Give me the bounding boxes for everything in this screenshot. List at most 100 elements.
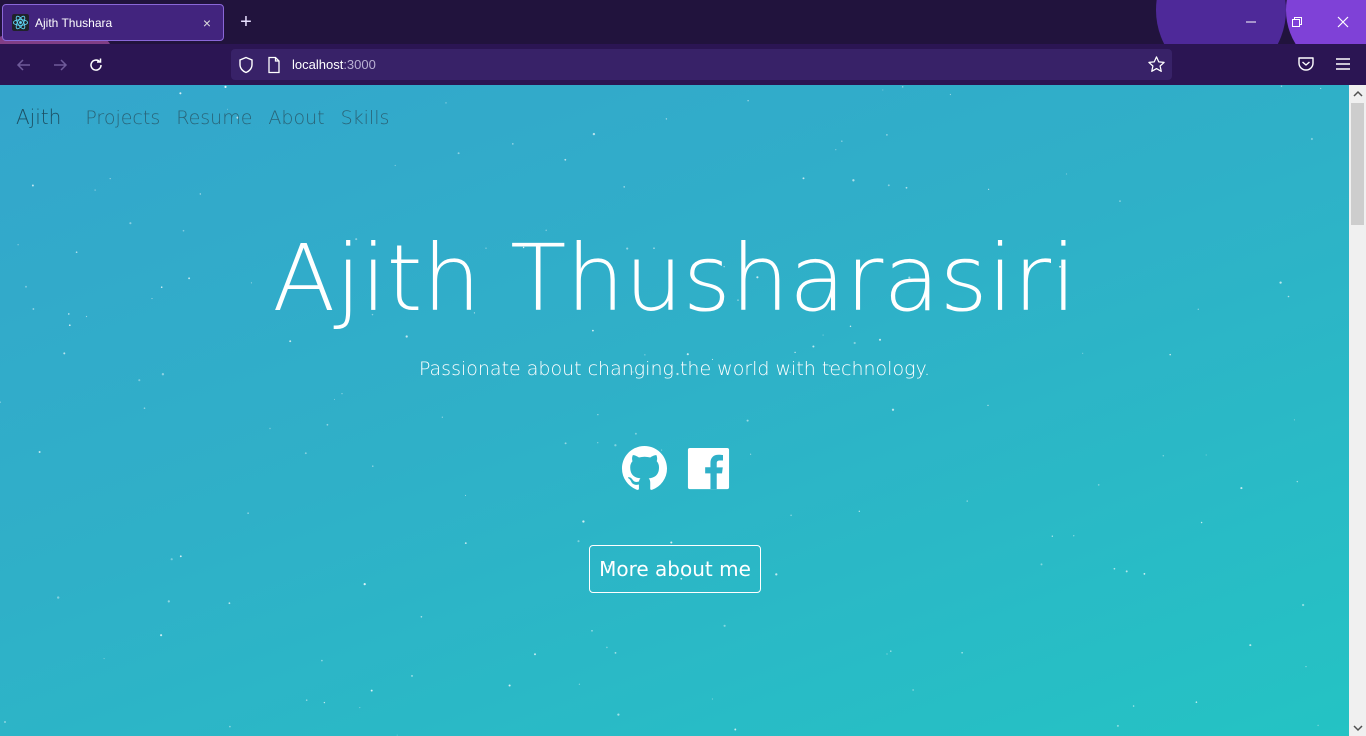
nav-link-resume[interactable]: Resume [176, 107, 252, 129]
star-dot [790, 514, 792, 517]
star-dot [623, 186, 626, 188]
star-dot [747, 99, 749, 102]
star-dot [1132, 705, 1135, 707]
star-dot [31, 184, 34, 187]
star-dot [323, 701, 326, 704]
shield-icon[interactable] [237, 56, 255, 74]
facebook-link[interactable] [685, 445, 732, 492]
minimize-button[interactable] [1237, 8, 1265, 36]
scroll-thumb[interactable] [1351, 103, 1364, 225]
star-dot [822, 334, 824, 336]
star-dot [170, 558, 173, 561]
star-dot [1082, 352, 1084, 354]
address-bar[interactable]: localhost:3000 [231, 49, 1172, 80]
back-button[interactable] [12, 53, 36, 77]
star-dot [966, 500, 968, 502]
pocket-icon[interactable] [1296, 54, 1316, 74]
reload-button[interactable] [84, 53, 108, 77]
nav-link-about[interactable]: About [268, 107, 324, 129]
star-dot [1195, 701, 1198, 703]
star-dot [686, 353, 689, 356]
scroll-up-arrow[interactable] [1349, 85, 1366, 102]
star-dot [886, 653, 888, 655]
more-about-me-button[interactable]: More about me [589, 545, 761, 593]
star-dot [420, 615, 423, 618]
page-viewport: Ajith Projects Resume About Skills Ajith… [0, 85, 1349, 736]
reload-icon [90, 58, 102, 71]
star-dot [247, 512, 249, 514]
star-dot [858, 510, 860, 512]
star-dot [103, 658, 105, 660]
star-dot [891, 408, 895, 411]
star-dot [617, 713, 620, 716]
star-dot [1200, 521, 1203, 524]
bookmark-star-icon[interactable] [1147, 55, 1166, 74]
star-dot [564, 158, 567, 161]
star-dot [94, 189, 96, 191]
star-dot [812, 345, 815, 348]
star-dot [533, 653, 537, 656]
star-dot [852, 179, 855, 182]
star-dot [614, 651, 617, 654]
star-dot [1280, 85, 1283, 87]
star-dot [1116, 724, 1119, 727]
star-dot [794, 351, 796, 354]
star-dot [1320, 87, 1322, 89]
star-dot [1205, 454, 1207, 456]
star-dot [464, 494, 467, 496]
arrow-right-icon [54, 59, 68, 71]
star-dot [1051, 535, 1053, 537]
star-dot [634, 432, 637, 435]
star-dot [1113, 567, 1116, 570]
star-dot [441, 416, 443, 418]
facebook-icon [687, 447, 730, 490]
site-brand[interactable]: Ajith [16, 105, 61, 129]
star-dot [508, 684, 511, 687]
tab-close-icon[interactable]: × [199, 15, 215, 31]
star-dot [1301, 603, 1305, 607]
social-links [621, 445, 732, 492]
star-dot [835, 149, 837, 151]
star-dot [802, 177, 805, 180]
restore-button[interactable] [1283, 8, 1311, 36]
star-dot [394, 164, 396, 167]
site-navbar: Ajith Projects Resume About Skills [16, 105, 405, 129]
scroll-down-arrow[interactable] [1349, 719, 1366, 736]
nav-link-skills[interactable]: Skills [341, 107, 390, 129]
star-dot [711, 698, 713, 700]
forward-button[interactable] [48, 53, 72, 77]
star-dot [987, 404, 989, 407]
react-icon [12, 14, 29, 31]
nav-link-projects[interactable]: Projects [85, 107, 160, 129]
star-dot [457, 152, 460, 155]
star-dot [750, 453, 752, 455]
browser-tab[interactable]: Ajith Thushara × [2, 4, 224, 41]
star-dot [1065, 173, 1068, 175]
star-dot [370, 689, 373, 692]
star-dot [597, 414, 599, 416]
star-dot [1040, 563, 1043, 566]
star-dot [988, 188, 990, 190]
star-dot [269, 427, 271, 430]
github-link[interactable] [621, 445, 668, 492]
star-dot [597, 442, 599, 444]
star-dot [1249, 644, 1252, 647]
vertical-scrollbar[interactable] [1349, 85, 1366, 736]
star-dot [1296, 480, 1299, 483]
hamburger-menu-icon[interactable] [1333, 54, 1353, 74]
star-dot [644, 354, 646, 356]
starfield-background [0, 85, 1322, 736]
star-dot [228, 602, 231, 605]
new-tab-button[interactable]: + [236, 12, 256, 32]
browser-tab-bar: Ajith Thushara × + [0, 0, 1366, 44]
star-dot [878, 338, 882, 341]
star-dot [564, 442, 567, 445]
close-window-button[interactable] [1329, 8, 1357, 36]
star-dot [887, 184, 890, 187]
star-dot [1162, 455, 1165, 457]
star-dot [1097, 484, 1100, 486]
star-dot [582, 520, 585, 523]
url-text[interactable]: localhost:3000 [292, 57, 376, 72]
star-dot [63, 352, 66, 355]
star-dot [1169, 353, 1171, 356]
